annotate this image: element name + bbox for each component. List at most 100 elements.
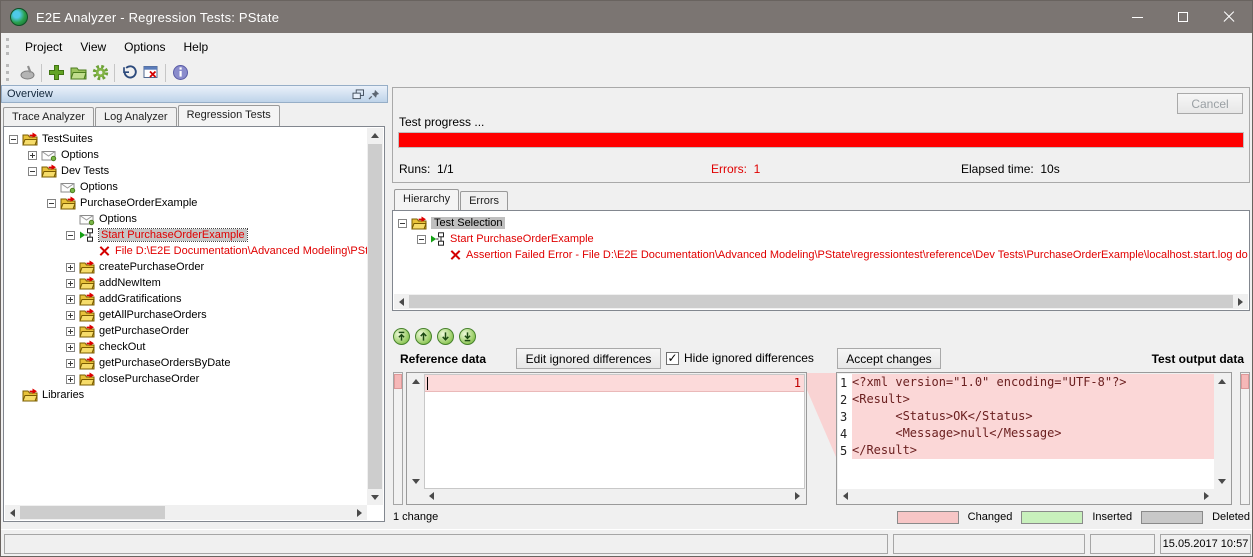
reference-data-text[interactable]: 1	[424, 374, 805, 489]
tree-item[interactable]: Options	[5, 147, 367, 163]
tree-item-error[interactable]: Assertion Failed Error - File D:\E2E Doc…	[394, 247, 1248, 263]
scroll-right-button[interactable]	[790, 489, 805, 504]
reference-horizontal-scrollbar[interactable]	[424, 489, 805, 503]
expand-icon[interactable]	[66, 295, 75, 304]
reference-data-pane[interactable]: 1	[406, 372, 807, 505]
open-button[interactable]	[67, 62, 89, 83]
changed-line[interactable]: 4 <Message>null</Message>	[838, 425, 1214, 442]
scrollbar-thumb[interactable]	[368, 144, 382, 489]
scroll-right-button[interactable]	[1233, 294, 1248, 309]
tab-log-analyzer[interactable]: Log Analyzer	[95, 107, 177, 126]
toolbar-grip[interactable]	[6, 64, 10, 81]
changed-line[interactable]: 5 </Result>	[838, 442, 1214, 459]
left-change-marker-bar[interactable]	[393, 372, 403, 505]
maximize-button[interactable]	[1160, 1, 1206, 33]
expand-icon[interactable]	[66, 343, 75, 352]
tree-item[interactable]: Start PurchaseOrderExample	[394, 231, 1248, 247]
scroll-left-button[interactable]	[424, 489, 439, 504]
reference-vertical-scrollbar[interactable]	[408, 374, 424, 489]
last-difference-button[interactable]	[459, 328, 476, 345]
tab-regression-tests[interactable]: Regression Tests	[178, 105, 280, 126]
scroll-up-button[interactable]	[1214, 374, 1229, 389]
add-button[interactable]	[45, 62, 67, 83]
scroll-left-button[interactable]	[394, 294, 409, 309]
expand-icon[interactable]	[66, 311, 75, 320]
tree-item[interactable]: PurchaseOrderExample	[5, 195, 367, 211]
tree-item[interactable]: closePurchaseOrder	[5, 371, 367, 387]
expand-icon[interactable]	[66, 327, 75, 336]
menu-help[interactable]: Help	[175, 36, 218, 58]
tree-horizontal-scrollbar[interactable]	[5, 505, 367, 520]
output-horizontal-scrollbar[interactable]	[838, 489, 1214, 503]
scroll-down-button[interactable]	[367, 490, 382, 505]
output-vertical-scrollbar[interactable]	[1214, 374, 1230, 489]
tree-item-error[interactable]: File D:\E2E Documentation\Advanced Model…	[5, 243, 367, 259]
scroll-left-button[interactable]	[838, 489, 853, 504]
tree-item[interactable]: addNewItem	[5, 275, 367, 291]
tree-item[interactable]: getAllPurchaseOrders	[5, 307, 367, 323]
collapse-icon[interactable]	[417, 235, 426, 244]
collapse-icon[interactable]	[66, 231, 75, 240]
previous-difference-button[interactable]	[415, 328, 432, 345]
tree-item[interactable]: createPurchaseOrder	[5, 259, 367, 275]
tree-item-selected[interactable]: Start PurchaseOrderExample	[5, 227, 367, 243]
checkbox-checked-icon[interactable]	[666, 352, 679, 365]
scroll-right-button[interactable]	[352, 505, 367, 520]
next-difference-button[interactable]	[437, 328, 454, 345]
cancel-button[interactable]: Cancel	[1177, 93, 1243, 114]
expand-icon[interactable]	[66, 359, 75, 368]
collapse-icon[interactable]	[398, 219, 407, 228]
tree-item[interactable]: Options	[5, 179, 367, 195]
expand-icon[interactable]	[28, 151, 37, 160]
tree-vertical-scrollbar[interactable]	[367, 128, 383, 505]
tab-errors[interactable]: Errors	[460, 191, 508, 210]
scroll-left-button[interactable]	[5, 505, 20, 520]
minimize-button[interactable]	[1114, 1, 1160, 33]
tree-item[interactable]: addGratifications	[5, 291, 367, 307]
accept-changes-button[interactable]: Accept changes	[837, 348, 941, 369]
collapse-icon[interactable]	[47, 199, 56, 208]
expand-icon[interactable]	[66, 263, 75, 272]
scroll-right-button[interactable]	[1199, 489, 1214, 504]
change-marker[interactable]	[394, 374, 402, 389]
tree-item[interactable]: Dev Tests	[5, 163, 367, 179]
edit-ignored-differences-button[interactable]: Edit ignored differences	[516, 348, 661, 369]
scroll-down-button[interactable]	[1214, 474, 1229, 489]
close-button[interactable]	[1206, 1, 1252, 33]
tree-item[interactable]: Options	[5, 211, 367, 227]
scroll-down-button[interactable]	[408, 474, 423, 489]
tree-item[interactable]: getPurchaseOrder	[5, 323, 367, 339]
undo-button[interactable]	[118, 62, 140, 83]
menu-project[interactable]: Project	[16, 36, 71, 58]
expand-icon[interactable]	[66, 375, 75, 384]
hierarchy-horizontal-scrollbar[interactable]	[394, 294, 1248, 309]
test-output-data-pane[interactable]: 1 <?xml version="1.0" encoding="UTF-8"?>…	[836, 372, 1232, 505]
test-output-text[interactable]: 1 <?xml version="1.0" encoding="UTF-8"?>…	[838, 374, 1214, 489]
scroll-up-button[interactable]	[408, 374, 423, 389]
changed-line[interactable]: 1	[425, 375, 804, 392]
scrollbar-thumb[interactable]	[20, 506, 165, 519]
changed-line[interactable]: 1 <?xml version="1.0" encoding="UTF-8"?>	[838, 374, 1214, 391]
change-marker[interactable]	[1241, 374, 1249, 389]
first-difference-button[interactable]	[393, 328, 410, 345]
collapse-icon[interactable]	[28, 167, 37, 176]
changed-line[interactable]: 3 <Status>OK</Status>	[838, 408, 1214, 425]
menubar-grip[interactable]	[6, 38, 10, 55]
hide-ignored-differences-checkbox[interactable]: Hide ignored differences	[666, 351, 814, 365]
expand-icon[interactable]	[66, 279, 75, 288]
close-window-button[interactable]	[140, 62, 162, 83]
menu-view[interactable]: View	[71, 36, 115, 58]
right-change-marker-bar[interactable]	[1240, 372, 1250, 505]
tree-item[interactable]: TestSuites	[5, 131, 367, 147]
menu-options[interactable]: Options	[115, 36, 174, 58]
scrollbar-thumb[interactable]	[409, 295, 1233, 308]
float-panel-button[interactable]	[350, 87, 366, 101]
tree-item[interactable]: checkOut	[5, 339, 367, 355]
about-button[interactable]	[169, 62, 191, 83]
tree-item[interactable]: Libraries	[5, 387, 367, 403]
scroll-up-button[interactable]	[367, 128, 382, 143]
tab-hierarchy[interactable]: Hierarchy	[394, 189, 459, 210]
tab-trace-analyzer[interactable]: Trace Analyzer	[3, 107, 94, 126]
settings-button[interactable]	[89, 62, 111, 83]
clean-button[interactable]	[16, 62, 38, 83]
